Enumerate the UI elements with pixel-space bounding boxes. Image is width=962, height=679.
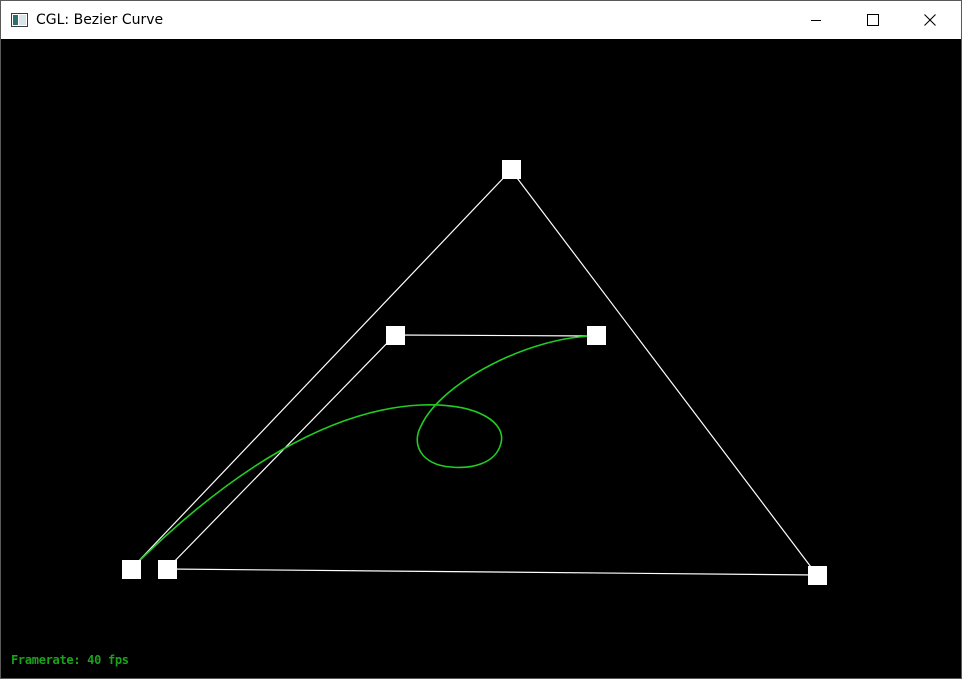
render-canvas[interactable]: Framerate: 40 fps [1,39,961,679]
window-title: CGL: Bezier Curve [36,12,164,28]
control-point[interactable] [587,326,606,345]
control-point[interactable] [808,566,827,585]
title-bar[interactable]: CGL: Bezier Curve [1,1,961,39]
bezier-scene[interactable] [1,39,961,679]
control-line [130,169,512,570]
control-line [166,334,396,570]
control-point[interactable] [502,160,521,179]
control-point[interactable] [386,326,405,345]
close-button[interactable] [901,1,959,39]
control-line [510,169,818,576]
maximize-icon [867,14,879,26]
control-polygon-outer [130,169,818,576]
close-icon [924,14,936,26]
control-line [394,334,597,337]
minimize-button[interactable] [787,1,845,39]
framerate-readout: Framerate: 40 fps [11,653,129,667]
maximize-button[interactable] [844,1,902,39]
control-point[interactable] [158,560,177,579]
minimize-icon [811,20,821,21]
control-point[interactable] [122,560,141,579]
app-window-icon [11,12,28,27]
control-line [166,568,818,576]
application-window: CGL: Bezier Curve Framerate: 40 fps [0,0,962,679]
control-polygon-inner [166,334,597,570]
